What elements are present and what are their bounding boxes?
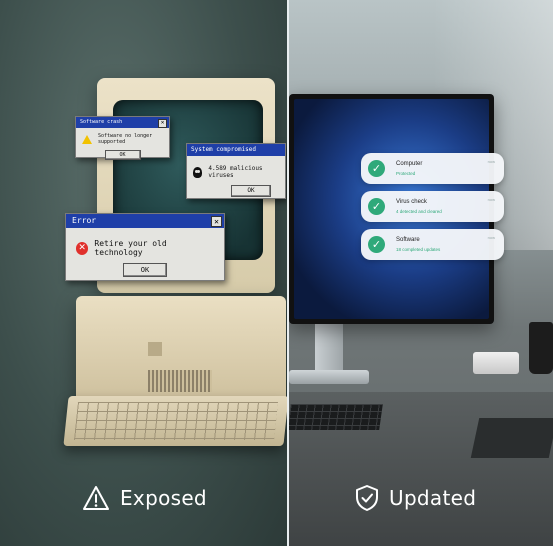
notification-subtitle: 4 detected and cleared bbox=[396, 209, 442, 214]
notification-computer[interactable]: ✓ Computer Protected now bbox=[361, 153, 504, 184]
dialog-message: Retire your old technology bbox=[94, 239, 167, 257]
error-dialog: Error ✕ ✕ Retire your old technology OK bbox=[65, 213, 225, 281]
caption-exposed: Exposed bbox=[82, 484, 207, 512]
warning-icon bbox=[82, 134, 92, 144]
coffee-cup bbox=[529, 322, 553, 374]
caption-text: Exposed bbox=[120, 486, 207, 510]
notification-title: Virus check bbox=[396, 199, 427, 205]
ok-button[interactable]: OK bbox=[231, 185, 271, 197]
notification-virus-check[interactable]: ✓ Virus check 4 detected and cleared now bbox=[361, 191, 504, 222]
monitor-foot bbox=[289, 370, 369, 384]
ok-button[interactable]: OK bbox=[123, 263, 167, 277]
retro-keyboard bbox=[63, 396, 287, 446]
close-icon[interactable]: ✕ bbox=[158, 119, 167, 128]
desktop-case bbox=[76, 296, 286, 406]
modern-keyboard bbox=[289, 404, 383, 430]
notification-subtitle: Protected bbox=[396, 171, 416, 176]
floppy-slot bbox=[148, 342, 162, 356]
dialog-message: 4.589 malicious viruses bbox=[208, 165, 263, 179]
notification-title: Computer bbox=[396, 161, 423, 167]
desk-device bbox=[473, 352, 519, 374]
exposed-panel: Software crash ✕ Software no longer suppo… bbox=[0, 0, 287, 546]
warning-outline-icon bbox=[83, 486, 109, 510]
notification-time: now bbox=[487, 197, 495, 202]
notification-software[interactable]: ✓ Software 18 completed updates now bbox=[361, 229, 504, 260]
check-icon: ✓ bbox=[368, 198, 385, 215]
notification-title: Software bbox=[396, 237, 420, 243]
comparison-image: Software crash ✕ Software no longer suppo… bbox=[0, 0, 553, 546]
check-icon: ✓ bbox=[368, 236, 385, 253]
updated-panel: ✓ Computer Protected now ✓ Virus check 4… bbox=[289, 0, 553, 546]
case-vent bbox=[148, 370, 212, 392]
mouse-pad bbox=[470, 418, 553, 458]
skull-icon bbox=[193, 166, 203, 178]
close-icon[interactable]: ✕ bbox=[211, 216, 222, 227]
dialog-message: Software no longer supported bbox=[98, 133, 153, 145]
software-crash-dialog: Software crash ✕ Software no longer suppo… bbox=[75, 116, 170, 160]
notification-time: now bbox=[487, 235, 495, 240]
notification-time: now bbox=[487, 159, 495, 164]
notification-subtitle: 18 completed updates bbox=[396, 247, 441, 252]
system-compromised-dialog: System compromised 4.589 malicious virus… bbox=[186, 143, 286, 199]
dialog-title: Software crash ✕ bbox=[76, 117, 169, 128]
dialog-title: Error ✕ bbox=[66, 214, 224, 228]
caption-text: Updated bbox=[389, 486, 477, 510]
shield-check-icon bbox=[356, 485, 378, 511]
error-icon: ✕ bbox=[76, 241, 89, 255]
ok-button[interactable]: OK bbox=[104, 150, 141, 160]
monitor-stand bbox=[315, 324, 343, 372]
caption-updated: Updated bbox=[355, 484, 476, 512]
check-icon: ✓ bbox=[368, 160, 385, 177]
dialog-title: System compromised bbox=[187, 144, 285, 156]
